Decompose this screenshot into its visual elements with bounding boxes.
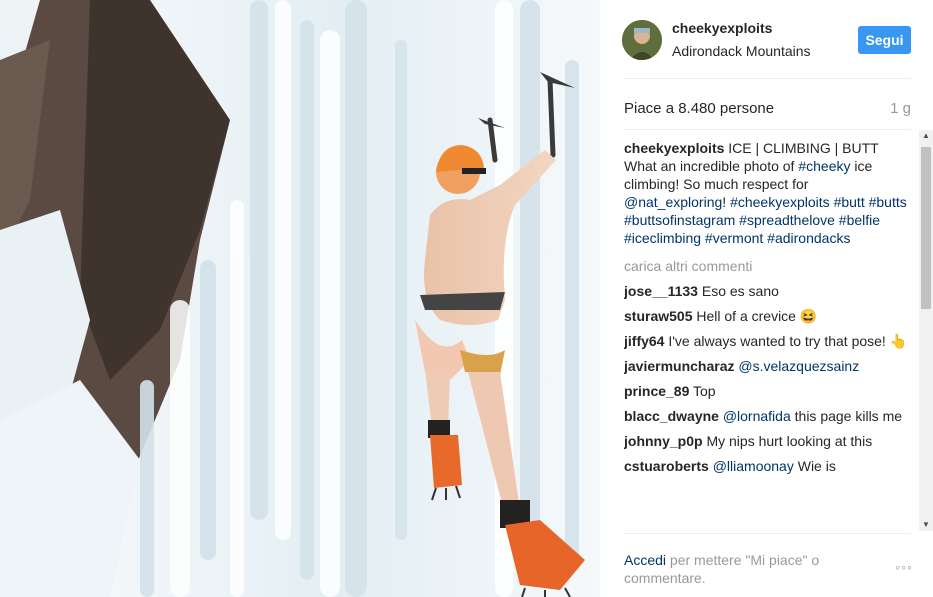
more-options-icon[interactable]: ◦◦◦ — [895, 559, 913, 575]
post-photo[interactable] — [0, 0, 600, 597]
scrollbar-thumb[interactable] — [921, 147, 931, 309]
comment-item: javiermuncharaz @s.velazquezsainz — [624, 357, 914, 375]
scroll-down-icon[interactable]: ▼ — [919, 519, 933, 531]
caption-text-3: ! — [722, 194, 731, 210]
post-location[interactable]: Adirondack Mountains — [672, 43, 811, 59]
comment-item: jiffy64 I've always wanted to try that p… — [624, 332, 914, 350]
comment-text: Eso es sano — [701, 283, 779, 299]
comment-item: sturaw505 Hell of a crevice 😆 — [624, 307, 914, 325]
comment-item: prince_89 Top — [624, 382, 914, 400]
comment-username[interactable]: javiermuncharaz — [624, 358, 735, 374]
caption-hashtag-cheeky[interactable]: #cheeky — [798, 158, 850, 174]
post-time[interactable]: 1 g — [890, 100, 911, 117]
comment-username[interactable]: prince_89 — [624, 383, 689, 399]
comment-username[interactable]: cstuaroberts — [624, 458, 709, 474]
comment-item: cstuaroberts @lliamoonay Wie is — [624, 457, 914, 475]
comment-username[interactable]: johnny_p0p — [624, 433, 703, 449]
comments-scrollbar[interactable]: ▲ ▼ — [919, 130, 933, 531]
comments-list[interactable]: cheekyexploits ICE | CLIMBING | BUTT Wha… — [624, 139, 914, 531]
comment-username[interactable]: blacc_dwayne — [624, 408, 719, 424]
footer-divider — [624, 533, 911, 534]
load-more-comments[interactable]: carica altri commenti — [624, 257, 914, 275]
likes-count[interactable]: Piace a 8.480 persone — [624, 100, 774, 117]
caption-mention[interactable]: @nat_exploring — [624, 194, 722, 210]
scroll-up-icon[interactable]: ▲ — [919, 130, 933, 142]
post-header: cheekyexploits Adirondack Mountains Segu… — [600, 0, 933, 78]
header-divider — [624, 78, 911, 79]
comment-mention[interactable]: @lliamoonay — [713, 458, 794, 474]
post-side-panel: cheekyexploits Adirondack Mountains Segu… — [600, 0, 933, 597]
comment-text: Top — [693, 383, 716, 399]
comment-text: Hell of a crevice 😆 — [696, 308, 818, 324]
comment-text: My nips hurt looking at this — [706, 433, 873, 449]
meta-divider — [624, 129, 911, 130]
follow-button[interactable]: Segui — [858, 26, 911, 54]
comment-username[interactable]: jiffy64 — [624, 333, 664, 349]
caption-username[interactable]: cheekyexploits — [624, 140, 724, 156]
comment-mention[interactable]: @s.velazquezsainz — [738, 358, 859, 374]
comment-text: Wie is — [793, 458, 836, 474]
avatar-image — [622, 20, 662, 60]
ice-climber-photo — [0, 0, 600, 597]
comment-item: blacc_dwayne @lornafida this page kills … — [624, 407, 914, 425]
comment-item: jose__1133 Eso es sano — [624, 282, 914, 300]
post-username[interactable]: cheekyexploits — [672, 20, 772, 36]
comment-text: this page kills me — [790, 408, 903, 424]
post-caption: cheekyexploits ICE | CLIMBING | BUTT Wha… — [624, 139, 914, 247]
login-prompt: Accedi per mettere "Mi piace" o commenta… — [624, 551, 864, 587]
comment-username[interactable]: jose__1133 — [624, 283, 698, 299]
comment-username[interactable]: sturaw505 — [624, 308, 692, 324]
login-link[interactable]: Accedi — [624, 552, 666, 568]
comment-mention[interactable]: @lornafida — [723, 408, 791, 424]
comment-text: I've always wanted to try that pose! 👆 — [668, 333, 908, 349]
comment-item: johnny_p0p My nips hurt looking at this — [624, 432, 914, 450]
avatar[interactable] — [622, 20, 662, 60]
